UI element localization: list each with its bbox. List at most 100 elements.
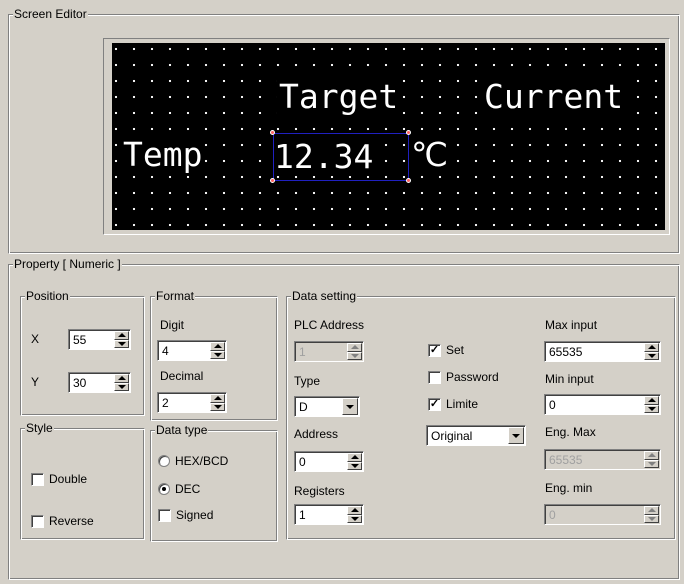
reverse-checkbox-box[interactable] [31, 514, 44, 528]
registers-label: Registers [294, 484, 345, 498]
max-input-up-arrow-icon[interactable] [644, 343, 659, 352]
registers-value[interactable]: 1 [299, 508, 306, 522]
password-checkbox-box[interactable] [428, 370, 441, 384]
y-stepper[interactable]: 30 [68, 372, 131, 393]
address-value[interactable]: 0 [299, 455, 306, 469]
lcd-unit-label[interactable]: ℃ [409, 135, 451, 174]
y-down-arrow-icon[interactable] [114, 382, 129, 391]
y-value[interactable]: 30 [73, 376, 86, 390]
min-input-stepper[interactable]: 0 [544, 394, 661, 415]
eng-min-value[interactable]: 0 [549, 508, 556, 522]
selection-handle-tr[interactable] [406, 130, 411, 135]
digit-down-arrow-icon[interactable] [210, 350, 225, 359]
lcd-temp-label[interactable]: Temp [121, 135, 205, 174]
eng-min-stepper[interactable]: 0 [544, 504, 661, 525]
decimal-down-arrow-icon[interactable] [210, 402, 225, 411]
plc-address-value[interactable]: 1 [299, 345, 306, 359]
registers-stepper[interactable]: 1 [294, 504, 364, 525]
selection-handle-tl[interactable] [270, 130, 275, 135]
hex-bcd-radio-dot[interactable] [158, 455, 170, 467]
digit-label: Digit [160, 318, 185, 332]
decimal-stepper[interactable]: 2 [157, 392, 227, 413]
data-type-title: Data type [155, 423, 209, 437]
position-group: Position [20, 289, 145, 416]
x-down-arrow-icon[interactable] [114, 339, 129, 348]
digit-up-arrow-icon[interactable] [210, 342, 225, 351]
eng-min-down-arrow-icon[interactable] [644, 514, 659, 523]
decimal-value[interactable]: 2 [162, 396, 169, 410]
signed-label: Signed [176, 508, 214, 522]
set-checkbox-box[interactable]: ✓ [428, 343, 441, 357]
selection-handle-bl[interactable] [270, 178, 275, 183]
eng-max-up-arrow-icon[interactable] [644, 451, 659, 460]
eng-min-up-arrow-icon[interactable] [644, 506, 659, 515]
position-title: Position [25, 289, 70, 303]
lcd-display[interactable]: Target Current Temp 12.34 ℃ [112, 43, 665, 230]
min-input-value[interactable]: 0 [549, 398, 556, 412]
lcd-screen-frame: Target Current Temp 12.34 ℃ [103, 38, 670, 235]
limite-label: Limite [446, 397, 479, 411]
plc-address-stepper[interactable]: 1 [294, 341, 364, 362]
type-label: Type [294, 374, 321, 388]
limite-checkbox-box[interactable]: ✓ [428, 397, 441, 411]
selection-box[interactable] [273, 133, 409, 181]
address-down-arrow-icon[interactable] [347, 461, 362, 470]
decimal-up-arrow-icon[interactable] [210, 394, 225, 403]
signed-checkbox[interactable]: Signed [158, 508, 213, 522]
selection-handle-br[interactable] [406, 178, 411, 183]
type-value[interactable]: D [299, 400, 308, 414]
format-title: Format [155, 289, 196, 303]
plc-address-up-arrow-icon[interactable] [347, 343, 362, 352]
registers-up-arrow-icon[interactable] [347, 506, 362, 515]
eng-max-down-arrow-icon[interactable] [644, 459, 659, 468]
y-label: Y [31, 375, 40, 389]
hex-bcd-radio[interactable]: HEX/BCD [158, 454, 228, 468]
min-input-down-arrow-icon[interactable] [644, 404, 659, 413]
type-select[interactable]: D [294, 396, 360, 417]
address-up-arrow-icon[interactable] [347, 453, 362, 462]
dec-radio[interactable]: DEC [158, 482, 200, 496]
set-label: Set [446, 343, 465, 357]
min-input-label: Min input [545, 372, 594, 386]
registers-down-arrow-icon[interactable] [347, 514, 362, 523]
plc-address-label: PLC Address [294, 318, 365, 332]
reverse-checkbox[interactable]: Reverse [31, 514, 94, 528]
eng-max-value[interactable]: 65535 [549, 453, 582, 467]
max-input-down-arrow-icon[interactable] [644, 351, 659, 360]
dec-radio-dot[interactable] [158, 483, 170, 495]
type-dropdown-arrow-icon[interactable] [342, 398, 358, 415]
signed-checkbox-box[interactable] [158, 508, 171, 522]
screen-editor-title: Screen Editor [13, 7, 88, 21]
max-input-value[interactable]: 65535 [549, 345, 582, 359]
hex-bcd-label: HEX/BCD [175, 454, 229, 468]
double-checkbox[interactable]: Double [31, 472, 87, 486]
eng-max-stepper[interactable]: 65535 [544, 449, 661, 470]
mode-value[interactable]: Original [431, 429, 472, 443]
data-setting-title: Data setting [291, 289, 358, 303]
digit-stepper[interactable]: 4 [157, 340, 227, 361]
mode-dropdown-arrow-icon[interactable] [508, 427, 524, 444]
address-label: Address [294, 427, 339, 441]
y-up-arrow-icon[interactable] [114, 374, 129, 383]
set-checkbox[interactable]: ✓ Set [428, 343, 464, 357]
x-label: X [31, 332, 40, 346]
x-value[interactable]: 55 [73, 333, 86, 347]
password-checkbox[interactable]: Password [428, 370, 499, 384]
limite-checkbox[interactable]: ✓ Limite [428, 397, 478, 411]
double-checkbox-box[interactable] [31, 472, 44, 486]
decimal-label: Decimal [160, 369, 204, 383]
lcd-target-label[interactable]: Target [277, 77, 401, 116]
mode-select[interactable]: Original [426, 425, 526, 446]
max-input-stepper[interactable]: 65535 [544, 341, 661, 362]
min-input-up-arrow-icon[interactable] [644, 396, 659, 405]
x-up-arrow-icon[interactable] [114, 331, 129, 340]
digit-value[interactable]: 4 [162, 344, 169, 358]
dec-label: DEC [175, 482, 201, 496]
eng-min-label: Eng. min [545, 481, 593, 495]
style-title: Style [25, 421, 54, 435]
double-label: Double [49, 472, 88, 486]
x-stepper[interactable]: 55 [68, 329, 131, 350]
plc-address-down-arrow-icon[interactable] [347, 351, 362, 360]
address-stepper[interactable]: 0 [294, 451, 364, 472]
lcd-current-label[interactable]: Current [482, 77, 626, 116]
